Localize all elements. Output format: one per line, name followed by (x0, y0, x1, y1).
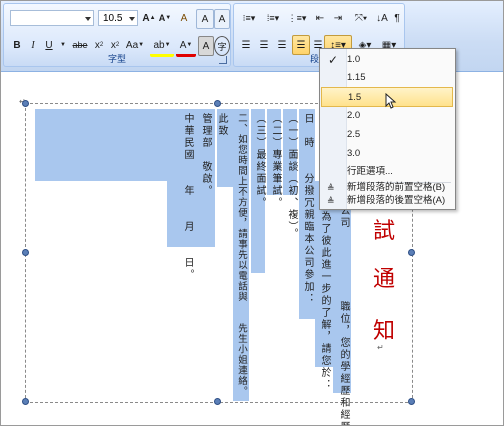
chevron-down-icon[interactable] (85, 17, 91, 21)
paragraph-mark-icon: ↵ (377, 343, 384, 352)
mouse-cursor-icon (385, 93, 397, 109)
phonetic-guide-button[interactable]: A (196, 9, 214, 29)
bullets-icon: ⁝≡▾ (242, 12, 256, 23)
chevron-down-icon[interactable] (129, 17, 135, 21)
letter-line-10: 中華民國 年 月 日。 (182, 113, 193, 281)
resize-handle[interactable] (408, 249, 415, 256)
line-spacing-option-1-15[interactable]: 1.15 (321, 68, 453, 88)
clear-format-button[interactable]: A (176, 9, 192, 27)
letter-line-6: （三）最終面試。 (254, 113, 265, 209)
font-group: 10.5 A ▲ A ▼ A A A B I U ▼ abe x2 x2 Aa ▼ a… (3, 3, 231, 67)
grow-font-button[interactable]: A ▲ (142, 9, 156, 27)
letter-line-5: （二）專業筆試。 (270, 113, 281, 209)
multilevel-list-icon: ⋮≡▾ (287, 12, 307, 23)
resize-handle[interactable] (214, 100, 221, 107)
line-spacing-option-2-0[interactable]: 2.0 (321, 106, 453, 126)
letter-line-1: 公司 職位，您的學經歷和經歷 (338, 205, 349, 426)
resize-handle[interactable] (22, 398, 29, 405)
space-before-icon: ≜ (327, 183, 335, 193)
font-dialog-launcher-icon[interactable] (219, 56, 227, 64)
shrink-font-button[interactable]: A ▼ (158, 9, 172, 27)
increase-indent-button[interactable]: ⇥ (330, 9, 346, 27)
font-size-combo[interactable]: 10.5 (98, 10, 138, 26)
title-char-1: 試 (373, 219, 396, 244)
letter-line-9: 管理部 敬啟。 (200, 113, 211, 197)
space-after-icon: ≜ (327, 196, 335, 206)
asian-layout-icon: ⤧▾ (354, 12, 368, 24)
sort-button[interactable]: ↓A (374, 9, 390, 27)
resize-handle[interactable] (214, 398, 221, 405)
pilcrow-icon: ¶ (394, 12, 400, 24)
title-char-2: 通 (373, 267, 396, 292)
resize-handle[interactable] (22, 249, 29, 256)
multilevel-list-button[interactable]: ⋮≡▾ (286, 9, 308, 27)
chevron-down-icon: ▼ (60, 42, 66, 48)
checkmark-icon: ✓ (328, 53, 339, 67)
letter-line-8: 此致 (216, 113, 227, 137)
font-size-value: 10.5 (103, 13, 123, 24)
numbering-button[interactable]: ⁞≡▾ (262, 9, 284, 27)
resize-handle[interactable] (22, 100, 29, 107)
sort-icon: ↓A (376, 12, 388, 24)
increase-indent-icon: ⇥ (333, 12, 343, 24)
resize-handle[interactable] (408, 398, 415, 405)
align-left-icon: ☰ (241, 39, 251, 51)
letter-line-4: （一）面談（初、複）。 (286, 113, 297, 240)
show-marks-button[interactable]: ¶ (392, 9, 402, 27)
align-center-icon: ☰ (259, 39, 269, 51)
bullets-button[interactable]: ⁝≡▾ (238, 9, 260, 27)
decrease-indent-button[interactable]: ⇤ (312, 9, 328, 27)
letter-line-3: 日 時 分撥冗親臨本公司參加： (302, 113, 313, 305)
font-group-label: 字型 (107, 54, 126, 64)
word-window: 10.5 A ▲ A ▼ A A A B I U ▼ abe x2 x2 Aa ▼ a… (0, 0, 504, 426)
line-spacing-menu: ✓ 1.0 1.15 1.5 2.0 2.5 3.0 行距選項... ≜ 新增段… (319, 48, 456, 210)
numbering-icon: ⁞≡▾ (266, 12, 280, 23)
line-spacing-options-item[interactable]: 行距選項... (321, 162, 453, 182)
line-spacing-option-3-0[interactable]: 3.0 (321, 144, 453, 164)
enclose-char-button[interactable]: A (214, 9, 230, 29)
selection-highlight (35, 109, 167, 181)
line-spacing-option-1-0[interactable]: ✓ 1.0 (321, 50, 453, 70)
asian-layout-button[interactable]: ⤧▾ (350, 9, 372, 27)
align-right-icon: ☰ (277, 39, 287, 51)
letter-line-2: 象，為了彼此進一步的了解，請您於： (319, 187, 330, 391)
add-space-before-item[interactable]: ≜ 新增段落的前置空格(B) (321, 181, 453, 195)
justify-icon: ☰ (296, 39, 306, 51)
line-spacing-option-2-5[interactable]: 2.5 (321, 125, 453, 145)
add-space-after-item[interactable]: ≜ 新增段落的後置空格(A) (321, 194, 453, 208)
decrease-indent-icon: ⇤ (315, 12, 325, 24)
font-name-combo[interactable] (10, 10, 94, 26)
letter-line-7: 二、如您時間上不方便，請事先以電話與 先生小姐連絡。 (236, 113, 247, 397)
title-char-3: 知 (373, 319, 396, 344)
